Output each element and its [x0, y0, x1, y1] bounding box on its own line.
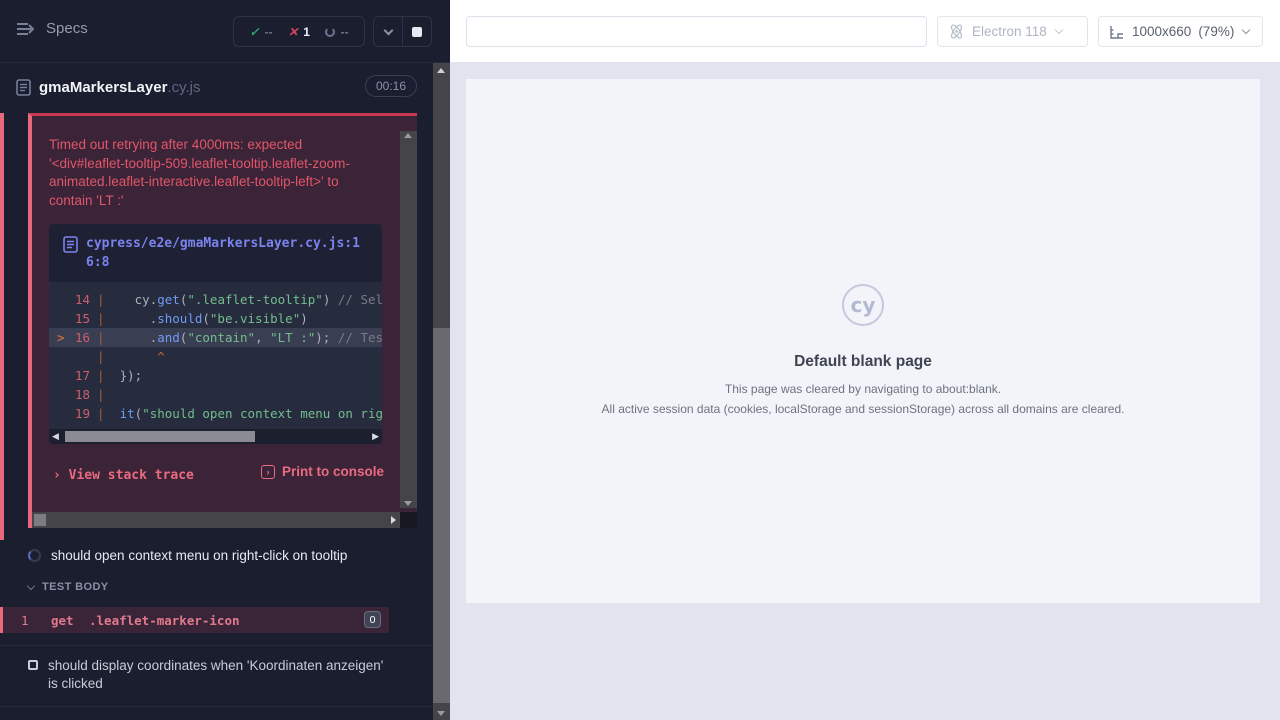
scroll-right-icon[interactable] — [391, 516, 396, 524]
scroll-up-icon[interactable] — [437, 68, 445, 73]
chevron-down-icon — [383, 25, 393, 35]
test-title: should display coordinates when 'Koordin… — [48, 657, 393, 693]
stop-run-button[interactable] — [402, 17, 431, 46]
view-stack-trace-button[interactable]: › View stack trace — [53, 468, 194, 483]
command-target: .leaflet-marker-icon — [89, 613, 240, 628]
stack-trace-arrow-icon: › — [53, 468, 61, 483]
code-frame-header[interactable]: cypress/e2e/gmaMarkersLayer.cy.js:16:8 — [49, 224, 382, 282]
viewport-size: 1000x660 — [1132, 24, 1191, 39]
code-hscroll-thumb[interactable] — [65, 431, 255, 442]
aut-stage: cy Default blank page This page was clea… — [450, 64, 1280, 720]
blank-page-description-2: All active session data (cookies, localS… — [466, 402, 1260, 416]
viewport-zoom: (79%) — [1198, 24, 1234, 39]
chevron-down-icon — [1055, 26, 1063, 34]
command-row[interactable]: 1 get .leaflet-marker-icon 0 — [0, 607, 389, 633]
running-spinner-icon — [28, 549, 41, 562]
command-count-badge: 0 — [364, 611, 381, 628]
pending-circle-icon — [325, 27, 335, 37]
code-file-icon — [63, 236, 78, 253]
scroll-right-icon[interactable]: ▶ — [372, 430, 379, 443]
divider — [0, 706, 433, 707]
error-vertical-scrollbar[interactable] — [400, 131, 417, 508]
cypress-logo: cy — [842, 284, 884, 326]
scroll-down-icon[interactable] — [437, 711, 445, 716]
specs-menu-button[interactable]: Specs — [16, 20, 88, 37]
error-message: Timed out retrying after 4000ms: expecte… — [49, 136, 373, 210]
viewport-info-button[interactable]: 1000x660 (79%) — [1098, 16, 1263, 47]
print-console-label: Print to console — [282, 464, 384, 479]
reporter-scrollbar-thumb[interactable] — [433, 328, 450, 703]
browser-name: Electron 118 — [972, 24, 1047, 39]
test-row-pending[interactable]: should display coordinates when 'Koordin… — [0, 646, 433, 704]
blank-page-title: Default blank page — [466, 353, 1260, 371]
code-line-19: 19| it("should open context menu on righ — [49, 404, 382, 423]
chevron-down-icon — [1242, 26, 1250, 34]
code-line-16-highlighted: >16| .and("contain", "LT :"); // Test — [49, 328, 382, 347]
scroll-down-icon[interactable] — [404, 501, 412, 506]
reporter-header: Specs ✓ -- ✕ 1 -- — [0, 0, 450, 63]
browser-selector-button[interactable]: Electron 118 — [937, 16, 1088, 47]
test-error-panel: Timed out retrying after 4000ms: expecte… — [28, 113, 417, 528]
error-actions: › View stack trace › Print to console — [53, 466, 417, 486]
code-frame-file-link[interactable]: cypress/e2e/gmaMarkersLayer.cy.js:16:8 — [86, 234, 368, 272]
spec-file-icon — [16, 79, 31, 96]
failed-count: 1 — [303, 25, 310, 39]
error-horizontal-scrollbar[interactable] — [32, 512, 400, 528]
stat-pending: -- — [325, 25, 348, 39]
stat-failed: ✕ 1 — [288, 25, 310, 39]
x-icon: ✕ — [288, 25, 298, 39]
stat-passed: ✓ -- — [250, 25, 273, 39]
specs-list-icon — [16, 21, 36, 37]
command-number: 1 — [21, 613, 51, 628]
code-line-caret: | ^ — [49, 347, 382, 366]
stop-icon — [412, 27, 422, 37]
pending-count: -- — [340, 25, 348, 39]
aut-main-area: Electron 118 1000x660 (79%) — [450, 0, 1280, 720]
cypress-app: Specs ✓ -- ✕ 1 -- — [0, 0, 1280, 720]
test-stats: ✓ -- ✕ 1 -- — [233, 16, 365, 47]
test-title: should open context menu on right-click … — [51, 547, 347, 565]
test-row-running[interactable]: should open context menu on right-click … — [0, 545, 433, 567]
blank-page-description-1: This page was cleared by navigating to a… — [466, 382, 1260, 396]
test-body-section-toggle[interactable]: TEST BODY — [0, 567, 433, 601]
scrollbar-corner — [400, 512, 417, 528]
spec-header-row[interactable]: gmaMarkersLayer.cy.js 00:16 — [0, 63, 450, 112]
spec-name-ext: .cy.js — [167, 79, 200, 96]
chevron-down-icon — [27, 581, 35, 589]
failed-test-stripe — [0, 113, 4, 540]
passed-count: -- — [265, 25, 273, 39]
error-hscroll-thumb[interactable] — [34, 514, 46, 526]
code-horizontal-scrollbar[interactable]: ◀ ▶ — [49, 429, 382, 444]
print-to-console-button[interactable]: › Print to console — [261, 464, 384, 479]
run-controls — [373, 16, 432, 47]
scroll-left-icon[interactable]: ◀ — [52, 430, 59, 443]
reporter-sidebar: Specs ✓ -- ✕ 1 -- — [0, 0, 450, 720]
specs-label: Specs — [46, 20, 88, 37]
aut-toolbar: Electron 118 1000x660 (79%) — [450, 0, 1280, 63]
test-list: should open context menu on right-click … — [0, 545, 433, 707]
code-frame: cypress/e2e/gmaMarkersLayer.cy.js:16:8 1… — [49, 224, 382, 444]
code-snippet: 14| cy.get(".leaflet-tooltip") // Sele 1… — [49, 282, 382, 429]
test-body-label: TEST BODY — [42, 581, 109, 593]
electron-icon — [948, 23, 965, 40]
ruler-icon — [1109, 24, 1125, 40]
console-icon: › — [261, 465, 275, 479]
spec-name-base: gmaMarkersLayer — [39, 79, 167, 96]
scroll-up-icon[interactable] — [404, 133, 412, 138]
reporter-scrollbar[interactable] — [433, 63, 450, 720]
spec-name: gmaMarkersLayer.cy.js — [39, 79, 200, 96]
aut-iframe-blank-page: cy Default blank page This page was clea… — [466, 79, 1260, 603]
code-line-14: 14| cy.get(".leaflet-tooltip") // Sele — [49, 290, 382, 309]
code-line-18: 18| — [49, 385, 382, 404]
code-line-17: 17| }); — [49, 366, 382, 385]
check-icon: ✓ — [250, 25, 260, 39]
command-method: get — [51, 613, 89, 628]
url-input[interactable] — [466, 16, 927, 47]
spec-timer-badge: 00:16 — [365, 75, 417, 97]
stack-trace-label: View stack trace — [69, 468, 194, 483]
pending-square-icon — [28, 660, 38, 670]
code-line-15: 15| .should("be.visible") — [49, 309, 382, 328]
collapse-all-button[interactable] — [374, 17, 402, 46]
